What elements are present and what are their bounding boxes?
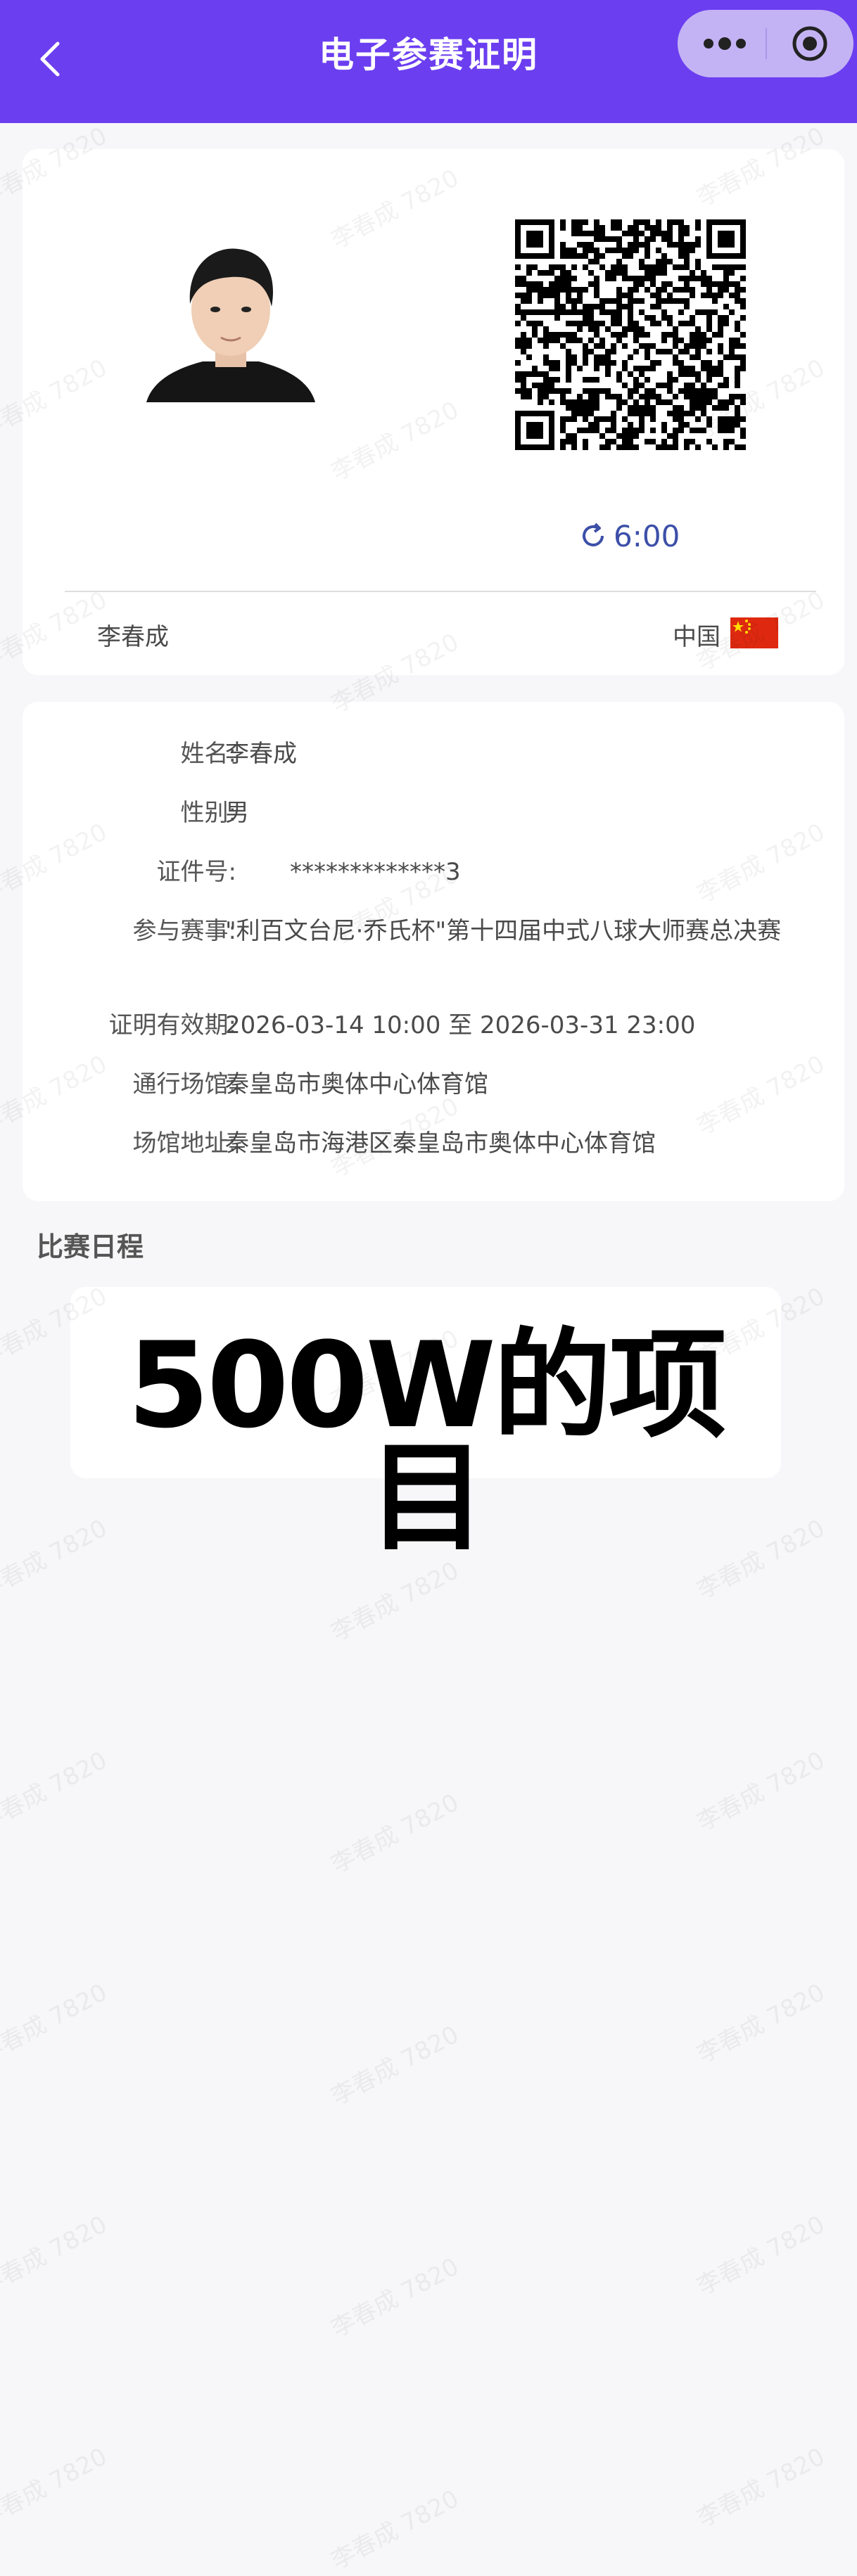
watermark-text: 李春成 7820 [692,1746,830,1838]
close-miniprogram-icon[interactable] [789,23,831,65]
overlay-text: 500W的项目 [127,1316,727,1567]
schedule-overlay: 500W的项目 [70,1287,781,1557]
watermark-text: 李春成 7820 [0,2210,112,2302]
holder-name: 李春成 [97,623,169,651]
info-value: *************3 [290,858,461,886]
watermark-text: 李春成 7820 [692,2442,830,2534]
china-flag-icon [730,617,778,648]
watermark-text: 李春成 7820 [326,2020,464,2112]
capsule-divider [766,28,767,59]
info-label: 通行场馆: [132,1070,236,1098]
timer-text: 6:00 [614,518,680,553]
info-value: 秦皇岛市奥体中心体育馆 [225,1070,488,1098]
info-label: 参与赛事: [132,917,236,945]
watermark-text: 李春成 7820 [692,2210,830,2302]
miniprogram-capsule [678,10,853,77]
info-value: 2026-03-14 10:00 至 2026-03-31 23:00 [225,1011,696,1039]
country-name: 中国 [673,623,720,651]
info-label: 证明有效期: [108,1011,236,1039]
info-card: 姓名: 李春成 性别: 男 证件号: *************3 参与赛事: … [23,702,844,1201]
navigation-bar: 电子参赛证明 [0,0,857,123]
avatar [146,233,315,402]
qr-code [515,219,746,450]
watermark-text: 李春成 7820 [326,2485,464,2576]
watermark-text: 李春成 7820 [0,2442,112,2534]
qr-refresh-timer[interactable]: 6:00 [578,515,680,557]
info-label: 证件号: [156,858,236,886]
info-value: 秦皇岛市海港区秦皇岛市奥体中心体育馆 [225,1129,656,1158]
info-value: 男 [225,799,249,827]
watermark-text: 李春成 7820 [692,1978,830,2070]
watermark-text: 李春成 7820 [326,2253,464,2344]
pass-card: 6:00 李春成 中国 [23,149,844,675]
info-value: 李春成 [225,740,297,768]
info-value: "利百文台尼·乔氏杯"第十四届中式八球大师赛总决赛 [225,917,782,945]
more-icon[interactable] [700,31,749,56]
info-label: 场馆地址: [132,1129,236,1158]
watermark-text: 李春成 7820 [326,1788,464,1880]
schedule-title: 比赛日程 [37,1231,144,1262]
watermark-text: 李春成 7820 [0,1978,112,2070]
watermark-text: 李春成 7820 [0,1746,112,1838]
divider [65,591,816,592]
refresh-icon [578,521,608,551]
